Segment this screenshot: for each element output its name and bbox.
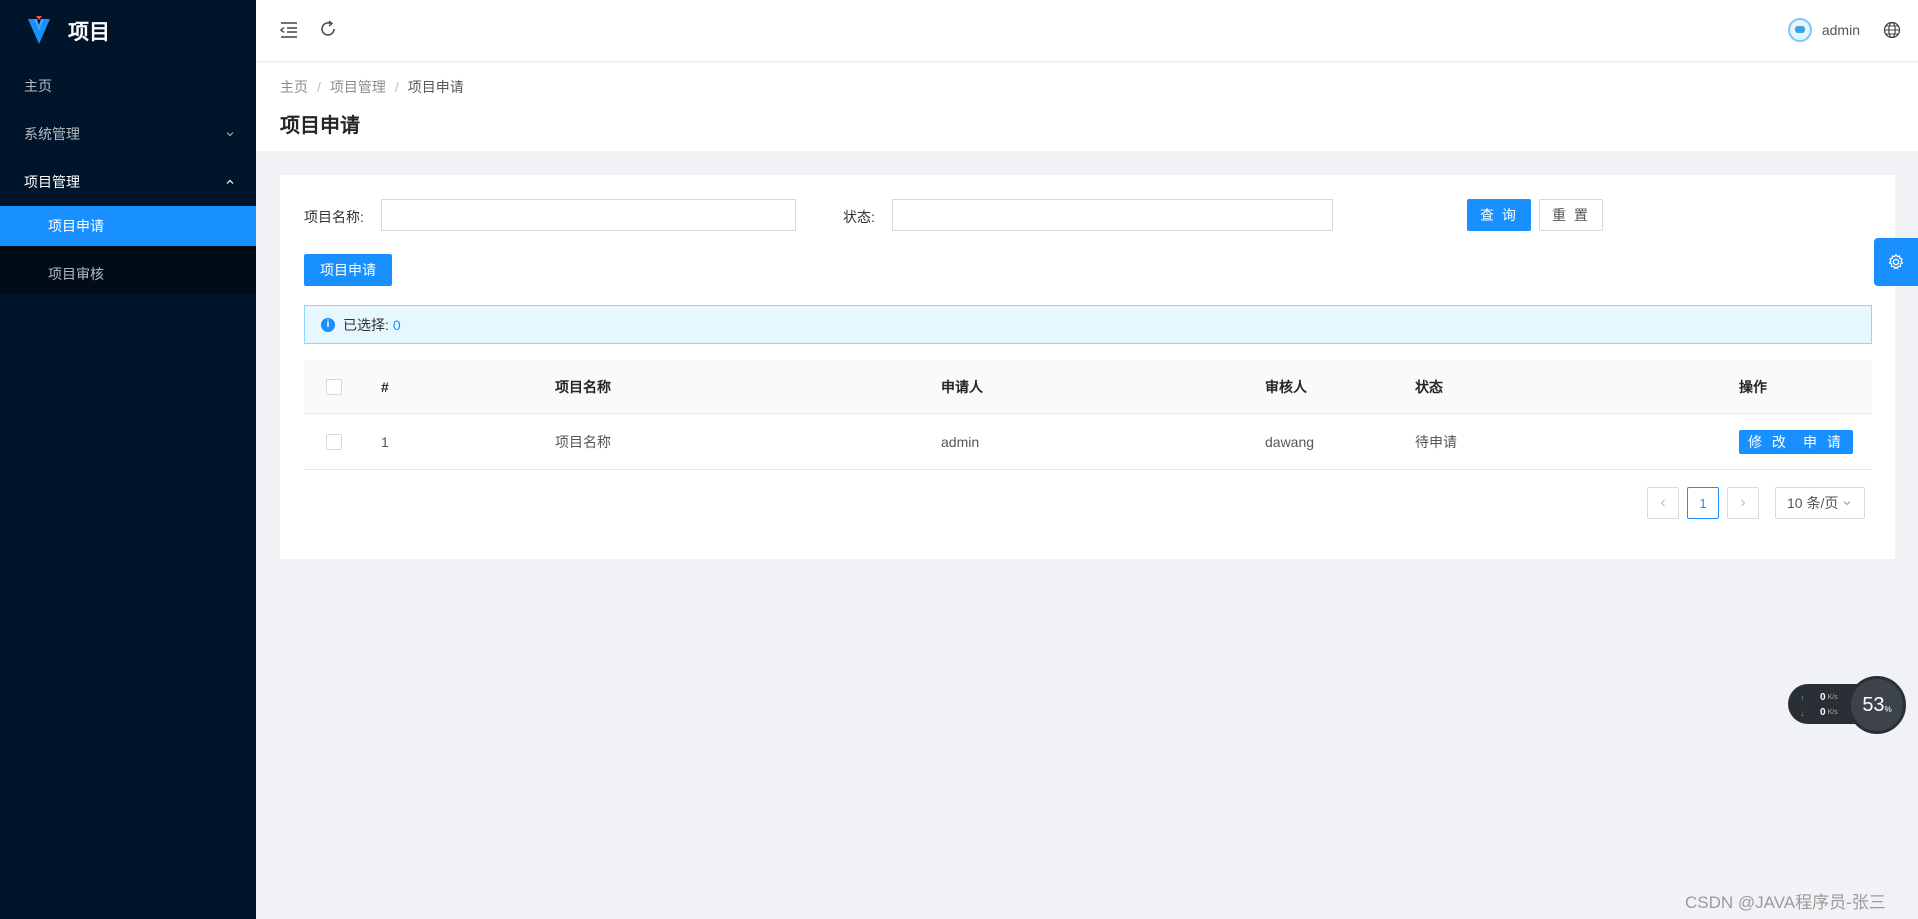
chevron-down-icon	[1843, 501, 1851, 506]
row-applicant: admin	[941, 433, 980, 450]
download-value: 0	[1820, 707, 1826, 718]
sidebar-item-home[interactable]: 主页	[0, 62, 256, 110]
globe-icon[interactable]	[1882, 20, 1902, 40]
sidebar-item-label: 项目申请	[48, 218, 104, 234]
gear-icon	[1888, 253, 1904, 270]
status-label: 状态:	[843, 209, 875, 225]
prev-page-button[interactable]	[1647, 487, 1679, 519]
sidebar-item-system[interactable]: 系统管理	[0, 110, 256, 158]
chevron-down-icon	[226, 132, 234, 137]
download-speed: ↓ 0 K/s	[1800, 707, 1850, 718]
sidebar-item-label: 项目审核	[48, 266, 104, 282]
download-unit: K/s	[1827, 709, 1838, 716]
row-project-name: 项目名称	[555, 433, 611, 450]
refresh-icon[interactable]	[317, 18, 339, 40]
selection-label: 已选择:	[343, 316, 389, 333]
breadcrumb: 主页 / 项目管理 / 项目申请	[280, 77, 1894, 97]
selection-count: 0	[392, 316, 401, 333]
project-name-input[interactable]	[381, 199, 796, 231]
usage-gauge[interactable]: 53%	[1848, 676, 1906, 734]
column-header: 审核人	[1265, 378, 1307, 395]
next-page-button[interactable]	[1727, 487, 1759, 519]
page-size-select[interactable]: 10 条/页	[1775, 487, 1865, 519]
select-all-checkbox[interactable]	[326, 378, 342, 395]
info-icon: i	[321, 317, 335, 332]
arrow-up-icon: ↑	[1800, 692, 1805, 703]
breadcrumb-section[interactable]: 项目管理	[330, 77, 386, 97]
settings-button[interactable]	[1874, 238, 1918, 286]
status-input[interactable]	[892, 199, 1333, 231]
table-row[interactable]: 1 项目名称 admin dawang 待申请 修 改 申 请	[304, 414, 1872, 470]
arrow-down-icon: ↓	[1800, 707, 1805, 718]
column-header: 状态	[1415, 378, 1443, 395]
logo[interactable]: 项目	[0, 0, 256, 62]
row-status: 待申请	[1415, 433, 1457, 450]
sidebar-item-label: 主页	[24, 78, 52, 94]
edit-button[interactable]: 修 改	[1739, 429, 1798, 454]
page-title: 项目申请	[280, 115, 360, 137]
row-reviewer: dawang	[1265, 433, 1315, 450]
breadcrumb-separator: /	[394, 79, 399, 95]
sidebar-item-label: 系统管理	[24, 126, 80, 142]
breadcrumb-separator: /	[317, 79, 321, 95]
upload-speed: ↑ 0 K/s	[1800, 692, 1850, 703]
submenu-projects: 项目申请 项目审核	[0, 206, 256, 294]
logo-icon	[28, 16, 50, 44]
page-number-button[interactable]: 1	[1687, 487, 1719, 519]
column-header: 申请人	[941, 378, 983, 395]
usage-percent-sign: %	[1884, 704, 1892, 714]
row-checkbox[interactable]	[326, 433, 342, 450]
page-header: 主页 / 项目管理 / 项目申请 项目申请	[256, 63, 1918, 151]
apply-button[interactable]: 申 请	[1794, 429, 1853, 454]
column-header: 操作	[1739, 378, 1767, 395]
column-header: 项目名称	[555, 378, 611, 395]
table-header: # 项目名称 申请人 审核人 状态 操作	[304, 360, 1872, 414]
project-apply-button[interactable]: 项目申请	[304, 254, 392, 286]
upload-unit: K/s	[1827, 694, 1838, 701]
upload-value: 0	[1820, 692, 1826, 703]
content-card: 项目名称: 状态: 查 询 重 置 项目申请 i 已选择: 0 # 项目名称 申…	[280, 175, 1895, 559]
user-menu[interactable]: admin	[1787, 18, 1860, 42]
sidebar-item-projects[interactable]: 项目管理	[0, 158, 256, 206]
breadcrumb-home[interactable]: 主页	[280, 77, 308, 97]
avatar	[1787, 18, 1812, 42]
row-index: 1	[381, 433, 389, 450]
query-button[interactable]: 查 询	[1467, 199, 1531, 231]
chevron-right-icon	[1741, 499, 1746, 507]
project-name-label: 项目名称:	[304, 209, 364, 225]
app-title: 项目	[68, 21, 110, 44]
chevron-up-icon	[226, 179, 234, 184]
top-header: admin	[256, 0, 1918, 62]
page-size-value: 10 条/页	[1787, 495, 1839, 511]
user-name: admin	[1821, 22, 1860, 38]
watermark: CSDN @JAVA程序员-张三	[1685, 893, 1886, 912]
chevron-left-icon	[1660, 499, 1665, 507]
reset-button[interactable]: 重 置	[1539, 199, 1603, 231]
menu-fold-icon[interactable]	[278, 19, 300, 41]
sidebar-item-project-apply[interactable]: 项目申请	[0, 206, 256, 246]
usage-percent: 53	[1862, 693, 1885, 716]
sidebar-item-label: 项目管理	[24, 174, 80, 190]
column-header: #	[381, 378, 389, 395]
breadcrumb-current: 项目申请	[407, 79, 464, 95]
selection-alert: i 已选择: 0	[304, 305, 1872, 344]
sidebar-item-project-review[interactable]: 项目审核	[0, 254, 256, 294]
sidebar: 项目 主页 系统管理 项目管理 项目申请 项目审核	[0, 0, 256, 919]
data-table: # 项目名称 申请人 审核人 状态 操作 1 项目名称 admin dawang…	[304, 360, 1872, 470]
